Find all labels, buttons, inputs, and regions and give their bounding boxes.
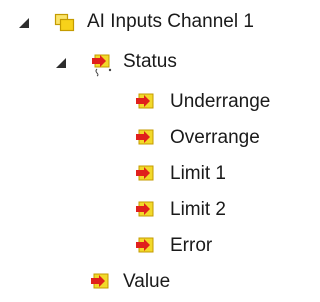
tree-view: AI Inputs Channel 1 Status Underrange Ov…	[0, 0, 302, 302]
input-variable-icon	[92, 54, 112, 77]
expanded-triangle-icon[interactable]	[18, 17, 30, 29]
tree-item-ai-inputs-channel-1[interactable]: AI Inputs Channel 1	[0, 5, 302, 39]
tree-item-limit-1[interactable]: Limit 1	[0, 157, 302, 191]
tree-item-underrange[interactable]: Underrange	[0, 85, 302, 119]
tree-item-overrange[interactable]: Overrange	[0, 121, 302, 155]
input-variable-icon	[136, 237, 154, 253]
tree-item-error[interactable]: Error	[0, 229, 302, 263]
input-variable-icon	[91, 273, 109, 289]
tree-item-limit-2[interactable]: Limit 2	[0, 193, 302, 227]
expanded-triangle-icon[interactable]	[55, 57, 67, 69]
tree-item-label: Status	[123, 51, 177, 72]
tree-item-label: Error	[170, 235, 213, 256]
tree-item-label: Limit 2	[170, 199, 226, 220]
folder-yellow-icon	[54, 13, 75, 32]
tree-item-label: Limit 1	[170, 163, 226, 184]
input-variable-icon	[136, 93, 154, 109]
tree-item-label: AI Inputs Channel 1	[87, 11, 254, 32]
tree-item-value[interactable]: Value	[0, 265, 302, 299]
tree-item-label: Overrange	[170, 127, 260, 148]
input-variable-icon	[136, 165, 154, 181]
tree-item-label: Underrange	[170, 91, 271, 112]
tree-item-status[interactable]: Status	[0, 45, 302, 79]
input-variable-icon	[136, 129, 154, 145]
input-variable-icon	[136, 201, 154, 217]
tree-item-label: Value	[123, 271, 171, 292]
